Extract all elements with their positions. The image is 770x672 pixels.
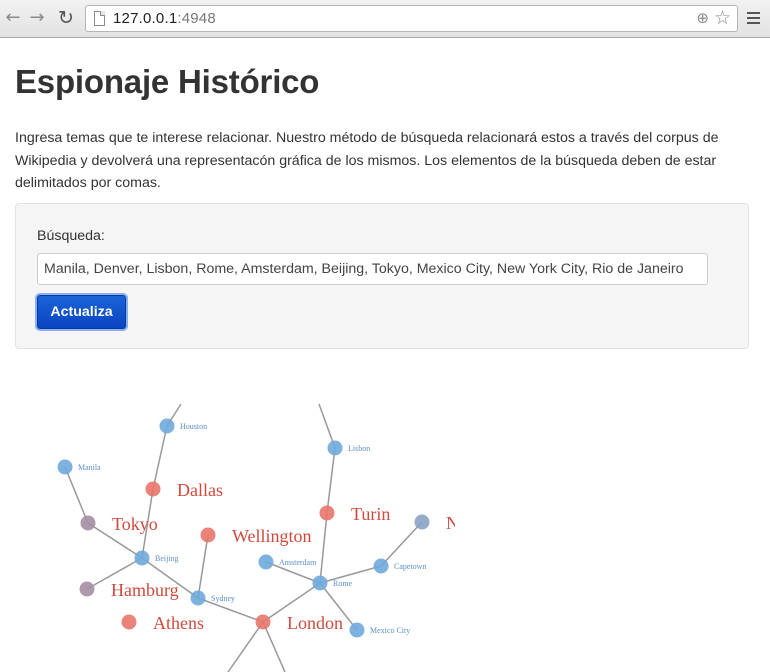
graph-edge [152, 425, 168, 490]
node-circle[interactable] [121, 614, 137, 630]
reload-icon[interactable]: ↻ [55, 6, 77, 30]
page-title: Espionaje Histórico [15, 63, 320, 100]
graph-node-amsterdam[interactable]: Amsterdam [258, 554, 318, 570]
graph-node-london[interactable]: London [255, 613, 344, 633]
graph-node-hamburg[interactable]: Hamburg [79, 580, 179, 600]
graph-edge [326, 447, 336, 514]
search-input[interactable] [37, 253, 708, 285]
node-circle[interactable] [373, 558, 389, 574]
node-label: Mexico City [370, 626, 410, 635]
page-icon [94, 11, 105, 26]
back-arrow-icon[interactable]: ← [2, 6, 24, 30]
graph-node-turin[interactable]: Turin [319, 504, 391, 524]
node-label: Lisbon [348, 444, 370, 453]
graph-node-capetown[interactable]: Capetown [373, 558, 427, 574]
url-port: :4948 [177, 10, 216, 27]
node-circle[interactable] [190, 590, 206, 606]
node-label: Sydney [211, 594, 235, 603]
node-circle[interactable] [414, 514, 430, 530]
forward-arrow-icon[interactable]: → [26, 6, 48, 30]
node-label: Rome [333, 579, 353, 588]
node-circle[interactable] [134, 550, 150, 566]
update-button[interactable]: Actualiza [37, 295, 126, 329]
node-label: Amsterdam [279, 558, 317, 567]
graph-node-houston[interactable]: Houston [159, 418, 208, 434]
node-label: Tokyo [112, 514, 158, 534]
graph-node-manila[interactable]: Manila [57, 459, 102, 475]
node-circle[interactable] [200, 527, 216, 543]
bookmark-star-icon[interactable]: ☆ [714, 7, 731, 29]
node-label: Houston [180, 422, 207, 431]
url-host: 127.0.0.1 [113, 10, 178, 27]
search-label: Búsqueda: [37, 228, 105, 244]
node-label: Beijing [155, 554, 179, 563]
node-label: Manila [78, 463, 101, 472]
graph-edge [262, 621, 286, 672]
graph-edge [380, 521, 423, 567]
node-label: Wellington [232, 526, 312, 546]
graph-node-ny[interactable]: N [414, 513, 456, 533]
browser-toolbar: ← → ↻ 127.0.0.1:4948 ⊕ ☆ [0, 0, 770, 38]
graph-node-wellington[interactable]: Wellington [200, 526, 312, 546]
node-circle[interactable] [159, 418, 175, 434]
menu-icon[interactable] [747, 12, 760, 24]
graph-node-rome[interactable]: Rome [312, 575, 353, 591]
graph-canvas: Houston Manila Dallas Tokyo Beijing Hamburg At… [57, 403, 456, 672]
graph-node-dallas[interactable]: Dallas [145, 480, 223, 500]
url-text[interactable]: 127.0.0.1:4948 [113, 10, 216, 27]
address-bar[interactable]: 127.0.0.1:4948 ⊕ ☆ [85, 5, 738, 32]
node-circle[interactable] [319, 505, 335, 521]
node-circle[interactable] [349, 622, 365, 638]
node-circle[interactable] [57, 459, 73, 475]
node-label: Hamburg [111, 580, 179, 600]
graph-node-lisbon[interactable]: Lisbon [327, 440, 371, 456]
node-circle[interactable] [255, 614, 271, 630]
node-label: Turin [351, 504, 390, 524]
node-label: Dallas [177, 480, 223, 500]
node-label: London [287, 613, 343, 633]
graph-edge [197, 534, 209, 599]
node-label: Athens [153, 613, 204, 633]
node-circle[interactable] [258, 554, 274, 570]
graph-node-beijing[interactable]: Beijing [134, 550, 179, 566]
node-circle[interactable] [80, 515, 96, 531]
intro-paragraph: Ingresa temas que te interese relacionar… [15, 130, 719, 191]
network-graph: Houston Manila Dallas Tokyo Beijing Hamburg At… [0, 380, 770, 672]
node-circle[interactable] [327, 440, 343, 456]
node-circle[interactable] [145, 481, 161, 497]
graph-node-tokyo[interactable]: Tokyo [80, 514, 158, 534]
zoom-icon[interactable]: ⊕ [696, 9, 709, 27]
graph-edge [227, 621, 264, 672]
node-label: Capetown [394, 562, 426, 571]
node-circle[interactable] [312, 575, 328, 591]
search-panel: Búsqueda: Actualiza [15, 203, 749, 349]
graph-edge [319, 512, 328, 584]
graph-edge [64, 466, 89, 524]
node-label: N [446, 513, 455, 533]
graph-node-athens[interactable]: Athens [121, 613, 205, 633]
node-circle[interactable] [79, 581, 95, 597]
graph-node-mexico[interactable]: Mexico City [349, 622, 411, 638]
